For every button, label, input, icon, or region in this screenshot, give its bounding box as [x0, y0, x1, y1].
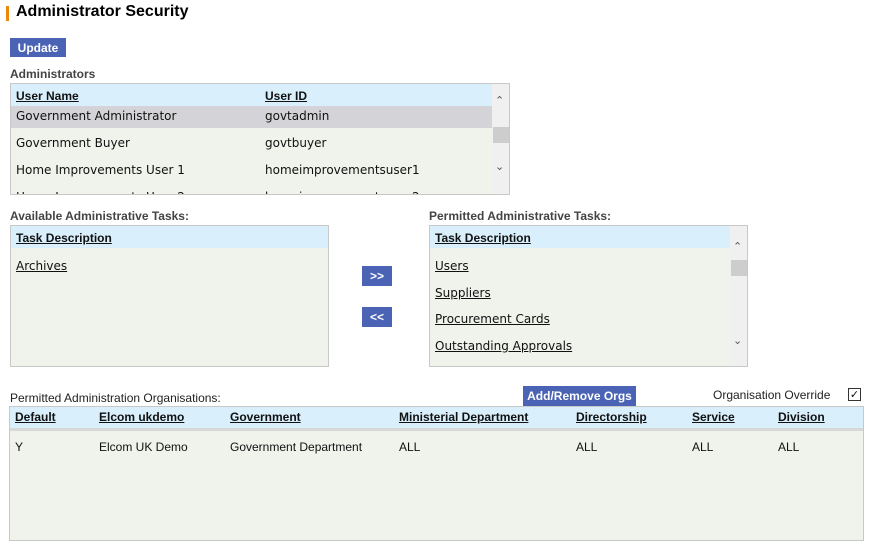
chevron-down-icon[interactable]: ⌄ — [495, 160, 504, 173]
org-cell: Y — [15, 440, 24, 454]
table-header: User Name User ID — [11, 84, 492, 106]
column-header[interactable]: Government — [230, 410, 301, 424]
table-row[interactable]: Home Improvements User 2 homeimprovements… — [11, 187, 492, 194]
user-name-cell: Government Administrator — [16, 109, 177, 123]
scrollbar[interactable]: ⌃ ⌄ — [730, 226, 747, 366]
user-name-cell: Home Improvements User 1 — [16, 163, 185, 177]
table-row[interactable]: Government Buyer govtbuyer — [11, 133, 492, 155]
column-header[interactable]: Default — [15, 410, 56, 424]
checkmark-icon: ✓ — [849, 388, 860, 401]
table-row[interactable]: Government Administrator govtadmin — [11, 106, 492, 128]
remove-task-button[interactable]: << — [362, 307, 392, 327]
org-cell: ALL — [576, 440, 598, 454]
add-task-button[interactable]: >> — [362, 266, 392, 286]
scrollbar-thumb[interactable] — [493, 127, 509, 143]
org-cell: ALL — [778, 440, 800, 454]
orgs-label: Permitted Administration Organisations: — [10, 391, 221, 405]
column-header[interactable]: Division — [778, 410, 825, 424]
table-row[interactable]: Home Improvements User 1 homeimprovements… — [11, 160, 492, 182]
add-remove-orgs-button[interactable]: Add/Remove Orgs — [523, 386, 636, 406]
available-tasks-list: Task Description Archives — [10, 225, 329, 367]
column-header[interactable]: Service — [692, 410, 735, 424]
scrollbar-thumb[interactable] — [731, 260, 747, 276]
user-id-cell: govtadmin — [265, 109, 330, 123]
page-title: Administrator Security — [16, 3, 189, 20]
administrators-label: Administrators — [10, 67, 96, 81]
orgs-table: Default Elcom ukdemo Government Ministerial… — [9, 406, 864, 541]
organisation-override-checkbox[interactable]: ✓ — [848, 388, 861, 401]
administrators-table: User Name User ID Government Administrat… — [10, 83, 510, 195]
chevron-down-icon[interactable]: ⌄ — [733, 334, 742, 347]
task-item[interactable]: Archives — [16, 259, 67, 273]
column-header-task-description[interactable]: Task Description — [435, 231, 531, 245]
task-item[interactable]: Procurement Cards — [435, 312, 550, 326]
user-id-cell: homeimprovementsuser1 — [265, 163, 420, 177]
permitted-tasks-list: Task Description Users Suppliers Procureme… — [429, 225, 748, 367]
task-item[interactable]: Outstanding Approvals — [435, 339, 572, 353]
column-header-task-description[interactable]: Task Description — [16, 231, 112, 245]
user-name-cell: Government Buyer — [16, 136, 130, 150]
user-id-cell: homeimprovementsuser2 — [265, 190, 420, 194]
update-button[interactable]: Update — [10, 38, 66, 57]
user-id-cell: govtbuyer — [265, 136, 327, 150]
chevron-up-icon[interactable]: ⌃ — [495, 94, 504, 107]
user-name-cell: Home Improvements User 2 — [16, 190, 185, 194]
available-tasks-label: Available Administrative Tasks: — [10, 209, 189, 223]
column-header[interactable]: Elcom ukdemo — [99, 410, 184, 424]
org-cell: Elcom UK Demo — [99, 440, 188, 454]
title-accent-bar — [6, 6, 9, 21]
column-header[interactable]: Directorship — [576, 410, 647, 424]
column-header-user-name[interactable]: User Name — [16, 89, 79, 103]
org-cell: ALL — [399, 440, 421, 454]
org-cell: ALL — [692, 440, 714, 454]
column-header[interactable]: Ministerial Department — [399, 410, 528, 424]
organisation-override-label: Organisation Override — [713, 388, 831, 402]
column-header-user-id[interactable]: User ID — [265, 89, 307, 103]
org-cell: Government Department — [230, 440, 363, 454]
scrollbar[interactable]: ⌃ ⌄ — [492, 84, 509, 194]
chevron-up-icon[interactable]: ⌃ — [733, 240, 742, 253]
task-item[interactable]: Users — [435, 259, 469, 273]
permitted-tasks-label: Permitted Administrative Tasks: — [429, 209, 612, 223]
task-item[interactable]: Suppliers — [435, 286, 491, 300]
